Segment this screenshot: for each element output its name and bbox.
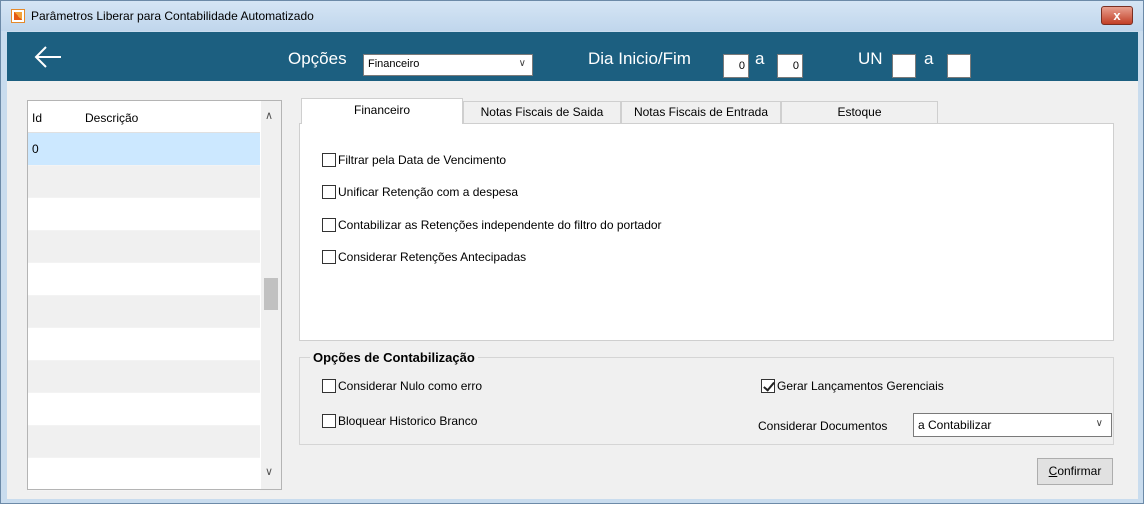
tab-financeiro[interactable]: Financeiro [301,98,463,124]
dia-inicio-input[interactable]: 0 [723,54,749,78]
grid-rows: 0 [28,133,260,491]
table-row[interactable] [28,328,260,361]
table-row[interactable] [28,425,260,458]
window-title: Parâmetros Liberar para Contabilidade Au… [31,9,314,23]
grid-header: Id Descrição [28,101,260,133]
header-bar: Opções Financeiro ∨ Dia Inicio/Fim 0 a 0… [7,32,1138,81]
option-nulo-erro[interactable]: Considerar Nulo como erro [322,379,482,393]
grid-scrollbar[interactable]: ∧ ∨ [261,101,281,489]
column-header-id[interactable]: Id [32,111,42,125]
table-row[interactable]: 0 [28,133,260,166]
checkbox[interactable] [322,185,336,199]
opcoes-select[interactable]: Financeiro ∨ [363,54,533,76]
opcoes-label: Opções [288,49,347,68]
tab-estoque[interactable]: Estoque [781,101,938,123]
table-row[interactable] [28,230,260,263]
checkbox[interactable] [322,218,336,232]
dia-fim-input[interactable]: 0 [777,54,803,78]
dialog-window: Parâmetros Liberar para Contabilidade Au… [0,0,1144,504]
option-label: Considerar Nulo como erro [338,379,483,393]
tab-notas-entrada[interactable]: Notas Fiscais de Entrada [621,101,781,123]
option-label: Contabilizar as Retenções independente d… [338,218,662,232]
option-lancamentos-gerenciais[interactable]: Gerar Lançamentos Gerenciais [761,379,944,393]
option-label: Gerar Lançamentos Gerenciais [777,379,944,393]
scroll-up-icon[interactable]: ∧ [265,109,273,122]
financeiro-panel: Filtrar pela Data de Vencimento Unificar… [299,123,1114,341]
checkbox[interactable] [322,379,336,393]
scroll-thumb[interactable] [264,278,278,310]
documentos-select-value: a Contabilizar [918,418,992,432]
confirm-button[interactable]: Confirmar [1037,458,1113,485]
a-separator-1: a [755,49,765,68]
tab-notas-saida[interactable]: Notas Fiscais de Saida [463,101,621,123]
confirm-label: onfirmar [1057,464,1102,478]
option-unificar-retencao[interactable]: Unificar Retenção com a despesa [322,184,518,200]
un-fim-input[interactable] [947,54,971,78]
table-row[interactable] [28,360,260,393]
option-label: Filtrar pela Data de Vencimento [338,153,507,167]
un-inicio-input[interactable] [892,54,916,78]
cell-id: 0 [32,142,39,156]
close-button[interactable]: x [1101,6,1133,25]
documentos-select[interactable]: a Contabilizar ∨ [913,413,1112,437]
back-arrow-icon[interactable] [33,43,63,71]
chevron-down-icon: ∨ [1095,418,1103,429]
opcoes-select-value: Financeiro [368,58,420,70]
table-row[interactable] [28,165,260,198]
checkbox[interactable] [322,250,336,264]
option-contabilizar-retencoes[interactable]: Contabilizar as Retenções independente d… [322,217,662,233]
option-label: Unificar Retenção com a despesa [338,185,519,199]
table-row[interactable] [28,393,260,426]
documentos-label: Considerar Documentos [758,419,888,433]
chevron-down-icon: ∨ [518,58,526,69]
un-label: UN [858,49,883,68]
table-row[interactable] [28,458,260,491]
table-row[interactable] [28,295,260,328]
dia-label: Dia Inicio/Fim [588,49,691,68]
option-label: Bloquear Historico Branco [338,414,478,428]
checkbox-checked[interactable] [761,379,775,393]
records-grid[interactable]: Id Descrição 0 ∧ ∨ [27,100,282,491]
group-title: Opções de Contabilização [310,350,478,365]
scroll-down-icon[interactable]: ∨ [265,465,273,478]
checkbox[interactable] [322,153,336,167]
table-row[interactable] [28,198,260,231]
app-icon [11,9,25,23]
table-row[interactable] [28,263,260,296]
contabilizacao-group: Opções de Contabilização Considerar Nulo… [299,350,1114,445]
option-label: Considerar Retenções Antecipadas [338,250,527,264]
title-bar[interactable]: Parâmetros Liberar para Contabilidade Au… [1,1,1143,31]
option-retencoes-antecipadas[interactable]: Considerar Retenções Antecipadas [322,249,526,265]
a-separator-2: a [924,49,934,68]
option-filtrar-vencimento[interactable]: Filtrar pela Data de Vencimento [322,152,506,168]
option-historico-branco[interactable]: Bloquear Historico Branco [322,414,477,428]
checkbox[interactable] [322,414,336,428]
client-area: Opções Financeiro ∨ Dia Inicio/Fim 0 a 0… [7,32,1138,499]
column-header-descricao[interactable]: Descrição [85,111,138,125]
